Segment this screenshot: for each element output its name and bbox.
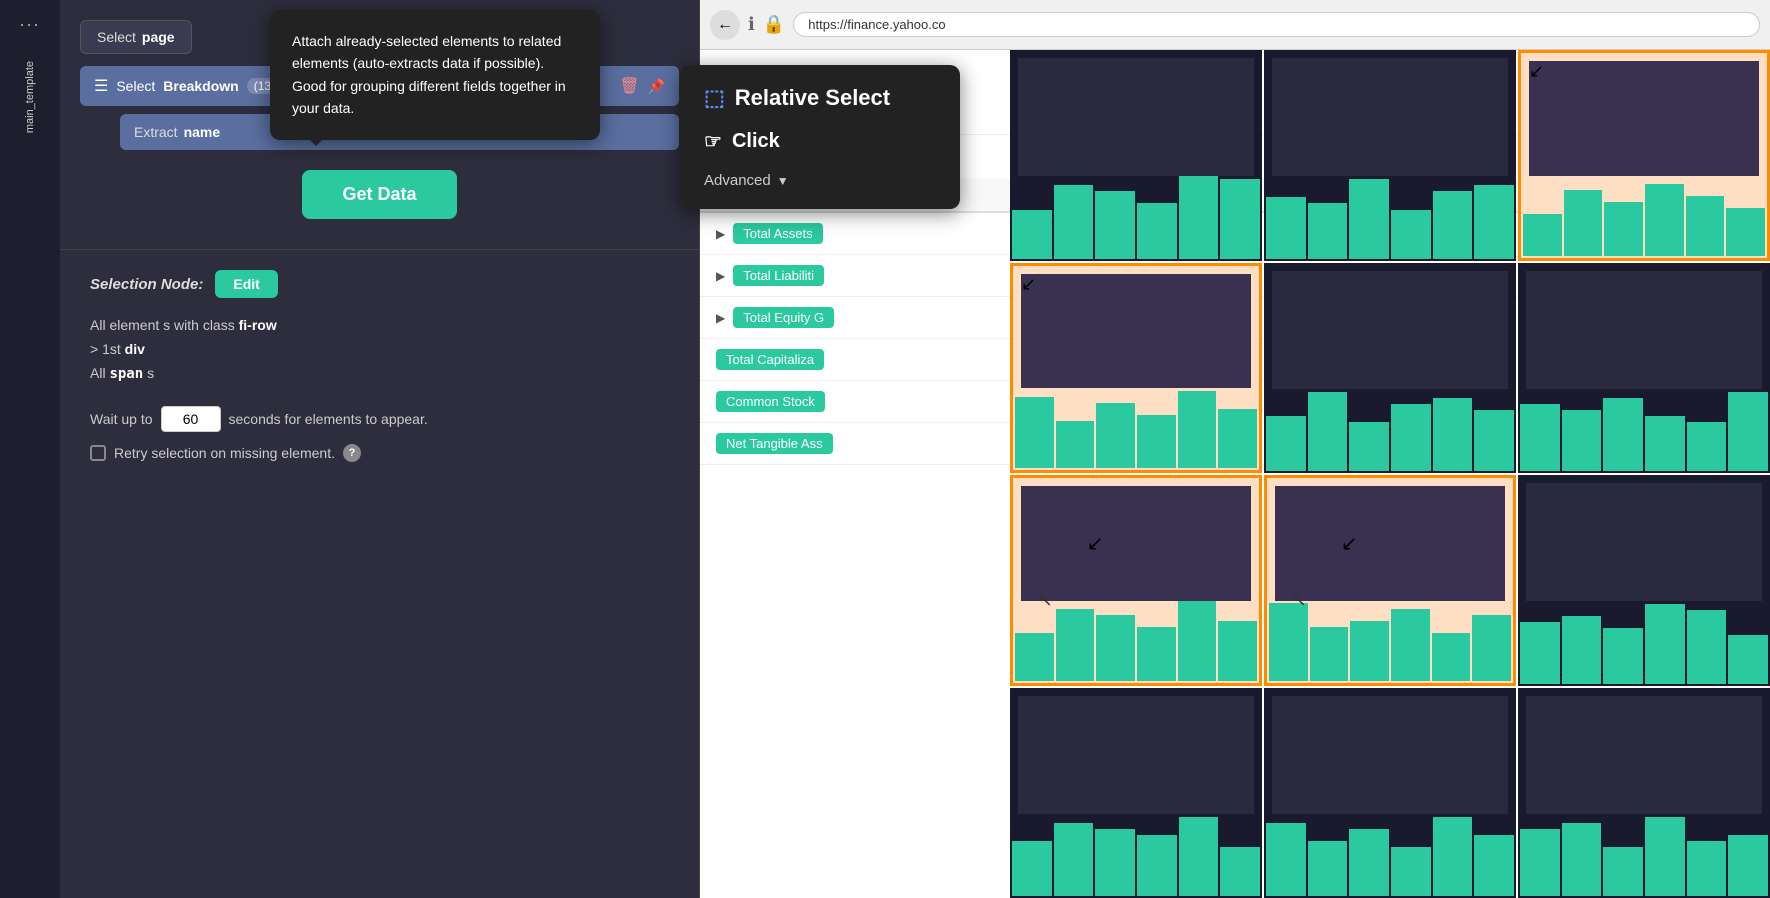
breakdown-value: Breakdown xyxy=(163,78,238,94)
node-line3: All span s xyxy=(90,362,669,387)
row-label[interactable]: Net Tangible Ass xyxy=(716,433,833,454)
sidebar: ... main_template xyxy=(0,0,60,898)
row-label[interactable]: Total Assets xyxy=(733,223,822,244)
grid-cell-1 xyxy=(1010,50,1262,261)
grid-cell-9 xyxy=(1518,475,1770,686)
grid-cell-11 xyxy=(1264,688,1516,898)
advanced-row[interactable]: Advanced ▼ xyxy=(704,172,936,189)
expand-icon[interactable]: ▶ xyxy=(716,269,725,283)
tooltip-popup: Attach already-selected elements to rela… xyxy=(270,10,600,140)
grid-cell-8: ↙ ↖ xyxy=(1264,475,1516,686)
pin-icon[interactable]: 📌 xyxy=(648,78,665,95)
row-label[interactable]: Total Equity G xyxy=(733,307,834,328)
grid-cell-12 xyxy=(1518,688,1770,898)
tooltip-text: Attach already-selected elements to rela… xyxy=(292,33,566,116)
grid-cell-4: ↙ xyxy=(1010,263,1262,474)
wait-prefix: Wait up to xyxy=(90,411,153,427)
url-bar[interactable]: https://finance.yahoo.co xyxy=(793,12,1760,37)
grid-cell-5 xyxy=(1264,263,1516,474)
advanced-arrow-icon: ▼ xyxy=(777,174,789,188)
sidebar-menu-icon[interactable]: ... xyxy=(19,10,40,31)
bottom-section: Selection Node: Edit All element s with … xyxy=(60,250,699,898)
relative-select-title: ⬚ Relative Select xyxy=(704,85,936,111)
retry-row: Retry selection on missing element. ? xyxy=(90,444,669,462)
get-data-button[interactable]: Get Data xyxy=(302,170,456,219)
row-label[interactable]: Total Capitaliza xyxy=(716,349,824,370)
grid-cell-2 xyxy=(1264,50,1516,261)
node-description: All element s with class fi-row > 1st di… xyxy=(90,314,669,386)
retry-checkbox[interactable] xyxy=(90,445,106,461)
grid-cell-3: ↙ xyxy=(1518,50,1770,261)
browser-bar: ← ℹ 🔒 https://finance.yahoo.co xyxy=(700,0,1770,50)
grid-cell-6 xyxy=(1518,263,1770,474)
name-value: name xyxy=(184,124,221,140)
node-line2: > 1st div xyxy=(90,338,669,362)
select-label: Select xyxy=(97,29,136,45)
relative-select-popup: ⬚ Relative Select ☞ Click Advanced ▼ xyxy=(680,65,960,209)
grid-cell-10 xyxy=(1010,688,1262,898)
selection-node-row: Selection Node: Edit xyxy=(90,270,669,298)
hand-icon: ☞ xyxy=(704,129,722,154)
page-value: page xyxy=(142,29,175,45)
advanced-label: Advanced xyxy=(704,172,771,189)
trash-icon[interactable]: 🗑 xyxy=(619,76,639,96)
relative-select-icon: ⬚ xyxy=(704,85,725,111)
select-page-box[interactable]: Select page xyxy=(80,20,192,54)
grid-cell-7: ↙ ↖ xyxy=(1010,475,1262,686)
help-icon[interactable]: ? xyxy=(343,444,361,462)
wait-suffix: seconds for elements to appear. xyxy=(229,411,428,427)
selection-node-label: Selection Node: xyxy=(90,276,203,293)
wait-row: Wait up to seconds for elements to appea… xyxy=(90,406,669,432)
expand-icon[interactable]: ▶ xyxy=(716,227,725,241)
lock-icon: 🔒 xyxy=(763,14,785,35)
retry-label: Retry selection on missing element. xyxy=(114,445,335,461)
row-label[interactable]: Total Liabiliti xyxy=(733,265,824,286)
back-button[interactable]: ← xyxy=(710,10,740,40)
expand-icon[interactable]: ▶ xyxy=(716,311,725,325)
row-label[interactable]: Common Stock xyxy=(716,391,825,412)
breakdown-select-label: Select xyxy=(116,78,155,94)
left-panel: Select page ☰ Select Breakdown (13) ☰ 🗑 … xyxy=(60,0,700,898)
click-label: Click xyxy=(732,130,780,153)
info-icon: ℹ xyxy=(748,14,755,35)
list-icon: ☰ xyxy=(94,76,108,96)
click-row[interactable]: ☞ Click xyxy=(704,125,936,158)
relative-select-label: Relative Select xyxy=(735,85,890,111)
edit-button[interactable]: Edit xyxy=(215,270,277,298)
sidebar-template-label: main_template xyxy=(24,61,36,133)
wait-input[interactable] xyxy=(161,406,221,432)
grid-overlay: ↙ ↙ xyxy=(1010,50,1770,898)
node-line1: All element s with class fi-row xyxy=(90,314,669,338)
extract-label: Extract xyxy=(134,124,178,140)
